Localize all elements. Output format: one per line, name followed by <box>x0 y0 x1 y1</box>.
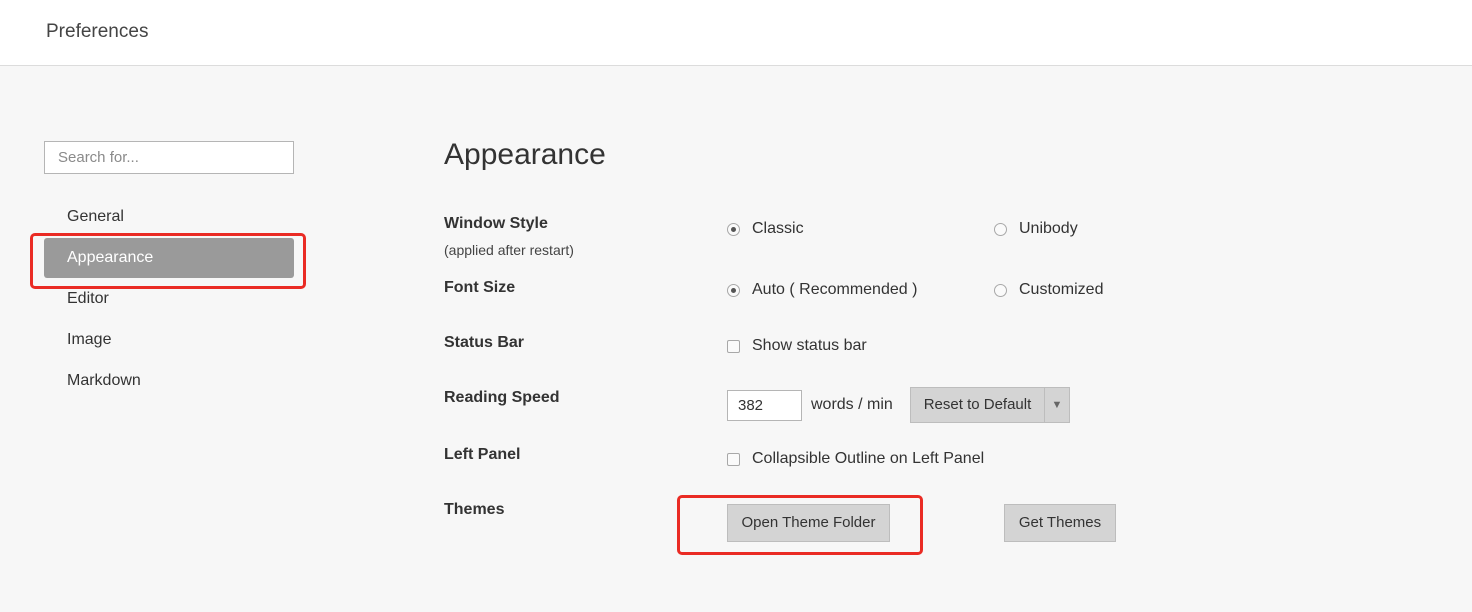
left-panel-label: Left Panel <box>444 446 521 463</box>
radio-classic[interactable]: Classic <box>727 220 804 238</box>
sidebar-item-editor[interactable]: Editor <box>44 279 294 319</box>
reading-speed-unit: words / min <box>811 396 893 413</box>
sidebar-item-image[interactable]: Image <box>44 320 294 360</box>
font-size-label: Font Size <box>444 279 516 296</box>
checkbox-show-status-bar[interactable]: Show status bar <box>727 337 867 355</box>
radio-classic-label: Classic <box>752 220 804 237</box>
dropdown-caret-icon[interactable]: ▼ <box>1045 388 1069 422</box>
radio-unibody-icon[interactable] <box>994 222 1007 236</box>
radio-auto-label: Auto ( Recommended ) <box>752 281 918 298</box>
show-status-bar-label: Show status bar <box>752 337 867 354</box>
open-theme-folder-button[interactable]: Open Theme Folder <box>727 504 890 542</box>
status-bar-label: Status Bar <box>444 334 525 351</box>
reset-default-split-button[interactable]: Reset to Default ▼ <box>910 387 1070 423</box>
title-bar: Preferences <box>0 0 1472 66</box>
radio-customized-icon[interactable] <box>994 283 1007 297</box>
get-themes-button[interactable]: Get Themes <box>1004 504 1116 542</box>
reading-speed-input[interactable] <box>727 390 802 421</box>
collapsible-outline-checkbox[interactable] <box>727 452 740 466</box>
page-title: Appearance <box>444 138 606 171</box>
radio-auto-icon[interactable] <box>727 283 740 297</box>
sidebar-item-appearance[interactable]: Appearance <box>44 238 294 278</box>
radio-unibody[interactable]: Unibody <box>994 220 1078 238</box>
checkbox-collapsible-outline[interactable]: Collapsible Outline on Left Panel <box>727 450 984 468</box>
search-input[interactable] <box>44 141 294 174</box>
themes-label: Themes <box>444 501 505 518</box>
radio-customized-label: Customized <box>1019 281 1104 298</box>
radio-classic-icon[interactable] <box>727 222 740 236</box>
reading-speed-label: Reading Speed <box>444 389 560 406</box>
radio-auto[interactable]: Auto ( Recommended ) <box>727 281 917 299</box>
window-style-label: Window Style <box>444 215 548 232</box>
window-style-note: (applied after restart) <box>444 242 574 258</box>
collapsible-outline-label: Collapsible Outline on Left Panel <box>752 450 985 467</box>
window-title: Preferences <box>46 21 149 42</box>
radio-unibody-label: Unibody <box>1019 220 1078 237</box>
show-status-bar-checkbox[interactable] <box>727 339 740 353</box>
radio-customized[interactable]: Customized <box>994 281 1103 299</box>
reset-default-button[interactable]: Reset to Default <box>911 388 1045 422</box>
sidebar-item-markdown[interactable]: Markdown <box>44 361 294 401</box>
sidebar-item-general[interactable]: General <box>44 197 294 237</box>
